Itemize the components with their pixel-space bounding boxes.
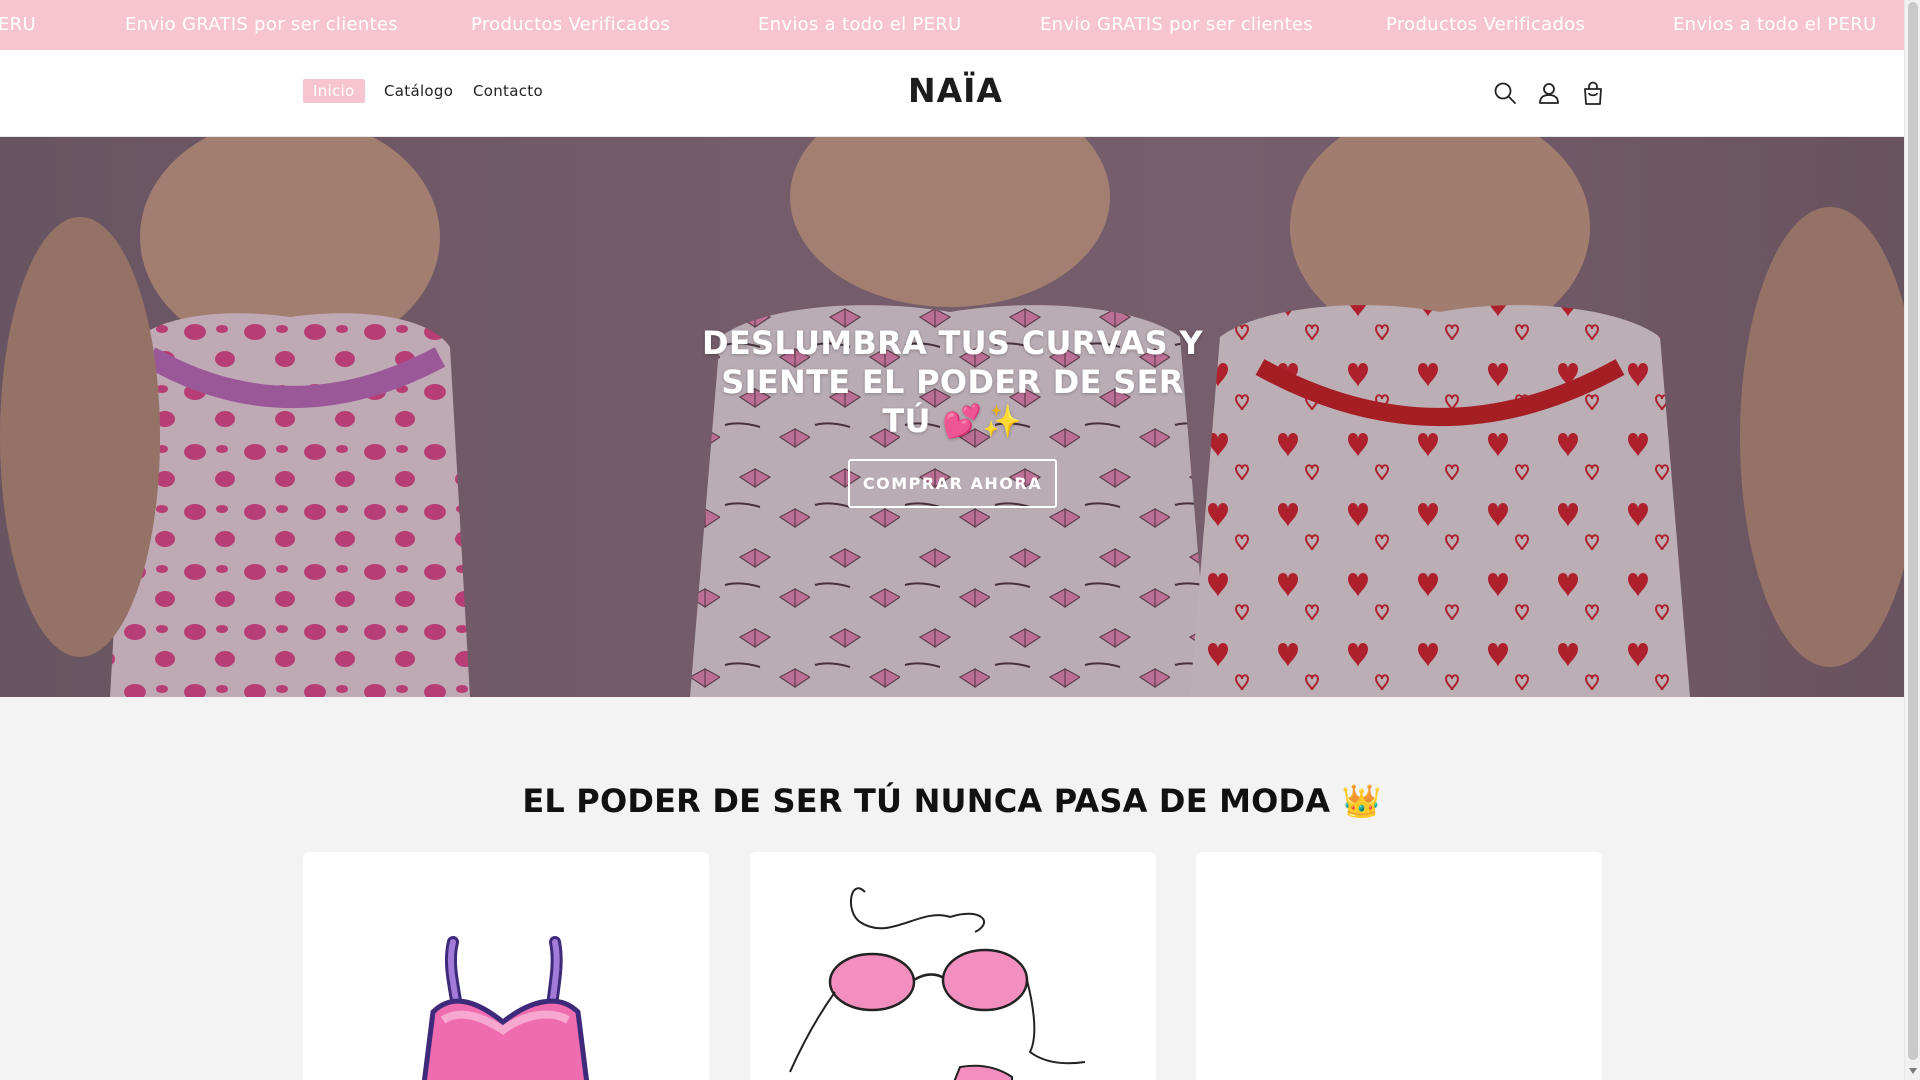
section-title: EL PODER DE SER TÚ NUNCA PASA DE MODA 👑 bbox=[522, 782, 1382, 820]
camisole-illustration bbox=[421, 936, 590, 1080]
hero-banner: DESLUMBRA TUS CURVAS Y SIENTE EL PODER D… bbox=[0, 137, 1904, 697]
announcement-item: Productos Verificados bbox=[471, 14, 671, 35]
product-card[interactable] bbox=[1196, 852, 1602, 1080]
announcement-item: Productos Verificados bbox=[1386, 14, 1586, 35]
announcement-bar: ERU Envio GRATIS por ser clientes Produc… bbox=[0, 0, 1904, 50]
announcement-item: Envio GRATIS por ser clientes bbox=[125, 14, 398, 35]
product-card[interactable] bbox=[750, 852, 1156, 1080]
hero-title: DESLUMBRA TUS CURVAS Y SIENTE EL PODER D… bbox=[702, 324, 1203, 440]
site-logo[interactable]: NAÏA bbox=[908, 71, 1003, 111]
announcement-item: Envios a todo el PERU bbox=[1673, 14, 1877, 35]
shop-now-button[interactable]: COMPRAR AHORA bbox=[848, 459, 1057, 508]
announcement-item: Envio GRATIS por ser clientes bbox=[1040, 14, 1313, 35]
scroll-down-arrow-icon[interactable] bbox=[1909, 1068, 1917, 1074]
nav-contacto[interactable]: Contacto bbox=[473, 81, 543, 101]
nav-inicio[interactable]: Inicio bbox=[303, 79, 365, 103]
nav-catalogo[interactable]: Catálogo bbox=[384, 81, 453, 101]
announcement-item: ERU bbox=[0, 14, 36, 35]
search-icon[interactable] bbox=[1492, 80, 1518, 106]
page-scrollbar[interactable] bbox=[1904, 0, 1920, 1080]
account-icon[interactable] bbox=[1536, 80, 1562, 106]
scrollbar-thumb[interactable] bbox=[1908, 2, 1918, 1060]
announcement-item: Envios a todo el PERU bbox=[758, 14, 962, 35]
site-header: Inicio Catálogo Contacto NAÏA bbox=[0, 50, 1904, 137]
bra-illustration bbox=[789, 887, 1086, 1080]
product-card[interactable] bbox=[303, 852, 709, 1080]
cart-icon[interactable] bbox=[1580, 80, 1606, 106]
